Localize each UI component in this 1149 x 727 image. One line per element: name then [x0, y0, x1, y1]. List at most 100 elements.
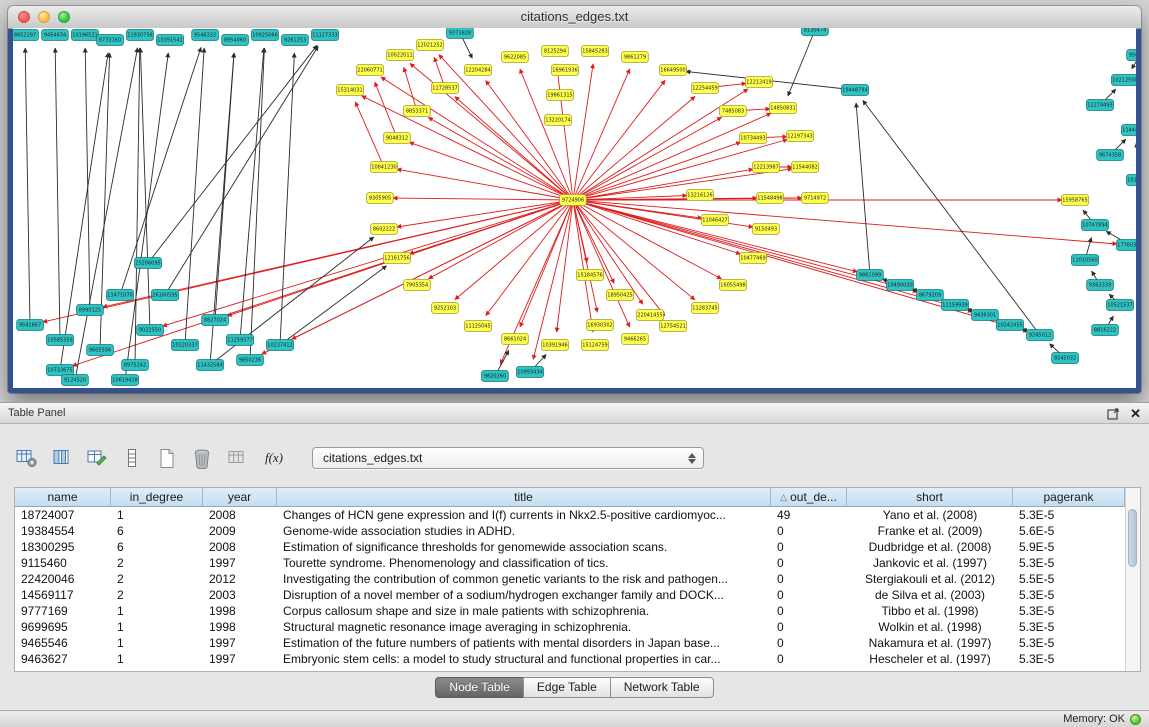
graph-node[interactable]: 11259377: [227, 335, 254, 346]
close-panel-button[interactable]: ✕: [1130, 407, 1141, 420]
graph-edge[interactable]: [75, 48, 138, 380]
graph-node[interactable]: 17760355: [1117, 240, 1137, 251]
graph-node[interactable]: 9861279: [622, 52, 649, 63]
tab-node-table[interactable]: Node Table: [435, 677, 524, 698]
graph-node[interactable]: 11471070: [107, 290, 134, 301]
graph-node[interactable]: 8130474: [802, 28, 829, 36]
graph-node[interactable]: 12161756: [384, 253, 411, 264]
graph-node[interactable]: 9454634: [42, 30, 69, 41]
graph-node[interactable]: 8975242: [122, 360, 149, 371]
graph-edge[interactable]: [573, 96, 695, 200]
graph-node[interactable]: 9861099: [857, 270, 884, 281]
graph-node[interactable]: 15314031: [337, 85, 364, 96]
scrollbar-thumb[interactable]: [1128, 509, 1137, 567]
graph-node[interactable]: 12021252: [417, 40, 444, 51]
graph-node[interactable]: 9124520: [62, 375, 89, 386]
function-builder-button[interactable]: f(x): [259, 445, 289, 471]
graph-node[interactable]: 10619428: [112, 375, 139, 386]
graph-node[interactable]: 26160595: [152, 290, 179, 301]
graph-edge[interactable]: [573, 64, 593, 200]
graph-node[interactable]: 12212419: [746, 77, 773, 88]
graph-node[interactable]: 11046427: [702, 215, 729, 226]
select-columns-button[interactable]: [49, 445, 75, 471]
graph-edge[interactable]: [72, 200, 573, 366]
graph-node[interactable]: 8661024: [502, 334, 529, 345]
graph-node[interactable]: 8990125: [77, 305, 104, 316]
table-settings-button[interactable]: [14, 445, 40, 471]
table-row[interactable]: 946362711997Embryonic stem cells: a mode…: [15, 651, 1125, 667]
graph-node[interactable]: 11010560: [1072, 255, 1099, 266]
graph-node[interactable]: 11548498: [757, 193, 784, 204]
graph-node[interactable]: 15958765: [1062, 195, 1089, 206]
graph-node[interactable]: 10140452: [1127, 175, 1137, 186]
graph-node[interactable]: 12754521: [660, 321, 687, 332]
column-header-short[interactable]: short: [847, 488, 1013, 507]
graph-edge[interactable]: [573, 200, 857, 272]
graph-node[interactable]: 9245032: [1052, 353, 1079, 364]
graph-node[interactable]: 9305905: [367, 193, 394, 204]
graph-node[interactable]: 9261253: [282, 35, 309, 46]
graph-edge[interactable]: [573, 113, 771, 200]
graph-edge[interactable]: [55, 48, 60, 340]
graph-edge[interactable]: [573, 200, 741, 254]
graph-node[interactable]: 10391541: [157, 35, 184, 46]
tab-network-table[interactable]: Network Table: [610, 677, 714, 698]
graph-edge[interactable]: [573, 69, 630, 200]
graph-node[interactable]: 10391946: [542, 340, 569, 351]
graph-edge[interactable]: [533, 200, 573, 359]
graph-node[interactable]: 15124759: [582, 340, 609, 351]
graph-edge[interactable]: [375, 82, 397, 138]
graph-node[interactable]: 9048312: [384, 133, 411, 144]
graph-node[interactable]: 9363339: [1087, 280, 1114, 291]
graph-node[interactable]: 9622085: [502, 52, 529, 63]
graph-edge[interactable]: [393, 198, 573, 200]
graph-node[interactable]: 11728537: [432, 83, 459, 94]
table-row[interactable]: 969969511998Structural magnetic resonanc…: [15, 619, 1125, 635]
graph-node[interactable]: 10521537: [1107, 300, 1134, 311]
column-header-out-de[interactable]: △out_de...: [771, 488, 847, 507]
graph-node[interactable]: 9466265: [622, 334, 649, 345]
graph-node[interactable]: 9850236: [237, 355, 264, 366]
table-row[interactable]: 1872400712008Changes of HCN gene express…: [15, 507, 1125, 523]
table-row[interactable]: 977716911998Corpus callosum shape and si…: [15, 603, 1125, 619]
graph-node[interactable]: 13216126: [687, 190, 714, 201]
network-canvas[interactable]: 9724906115484981221398710734493748508312…: [13, 28, 1136, 388]
graph-edge[interactable]: [280, 266, 387, 345]
graph-node[interactable]: 10490030: [887, 280, 914, 291]
graph-edge[interactable]: [140, 48, 150, 330]
graph-node[interactable]: 9605556: [87, 345, 114, 356]
graph-edge[interactable]: [428, 200, 573, 279]
float-panel-button[interactable]: [1107, 407, 1120, 420]
graph-node[interactable]: 8852297: [13, 30, 38, 41]
column-header-name[interactable]: name: [15, 488, 111, 507]
graph-edge[interactable]: [250, 48, 264, 360]
graph-edge[interactable]: [573, 200, 630, 327]
tab-edge-table[interactable]: Edge Table: [523, 677, 611, 698]
graph-edge[interactable]: [292, 200, 573, 339]
graph-node[interactable]: 11159939: [942, 300, 969, 311]
graph-node[interactable]: 11127333: [312, 30, 339, 41]
graph-node[interactable]: 19861315: [547, 90, 574, 101]
graph-edge[interactable]: [404, 67, 417, 111]
column-header-year[interactable]: year: [203, 488, 277, 507]
graph-node[interactable]: 10022011: [387, 50, 414, 61]
column-header-in-degree[interactable]: in_degree: [111, 488, 203, 507]
graph-node[interactable]: 10585359: [47, 335, 74, 346]
graph-edge[interactable]: [573, 80, 665, 200]
graph-node[interactable]: 9373828: [447, 28, 474, 39]
graph-node[interactable]: 10925066: [252, 30, 279, 41]
graph-node[interactable]: 10734493: [740, 133, 767, 144]
graph-edge[interactable]: [25, 48, 30, 325]
graph-node[interactable]: 15845283: [582, 46, 609, 57]
graph-node[interactable]: 12204284: [465, 65, 492, 76]
graph-node[interactable]: 11125045: [465, 321, 492, 332]
graph-node[interactable]: 9252103: [432, 303, 459, 314]
graph-node[interactable]: 9724906: [560, 195, 587, 206]
network-graph[interactable]: 9724906115484981221398710734493748508312…: [13, 28, 1136, 388]
graph-node[interactable]: 11544082: [792, 162, 819, 173]
graph-node[interactable]: 8125294: [542, 46, 569, 57]
graph-node[interactable]: 11930756: [127, 30, 154, 41]
graph-node[interactable]: 10993434: [517, 367, 544, 378]
graph-node[interactable]: 9714972: [802, 193, 829, 204]
graph-node[interactable]: 16055498: [720, 280, 747, 291]
